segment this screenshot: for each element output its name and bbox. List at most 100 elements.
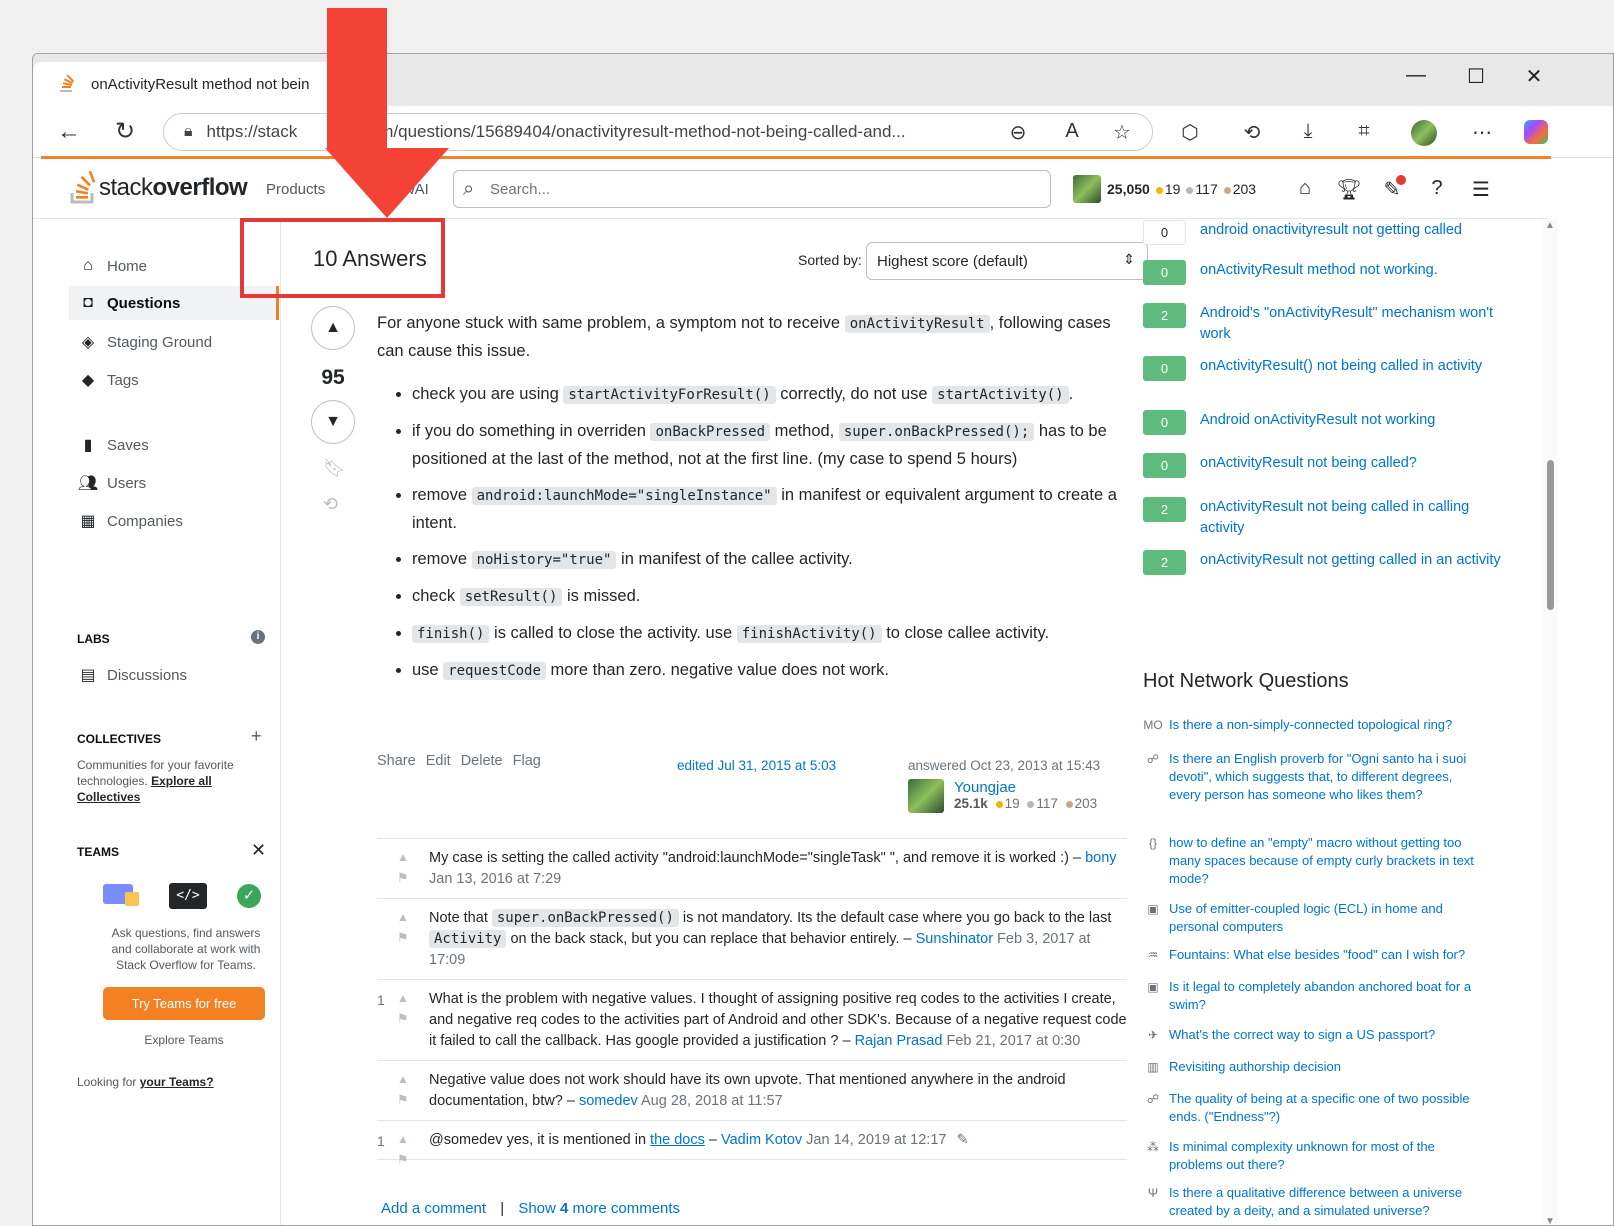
- hot-network-question-title[interactable]: Fountains: What else besides "food" can …: [1169, 946, 1465, 964]
- sidebar-item-companies[interactable]: ▦ Companies: [69, 504, 279, 538]
- hot-network-question-title[interactable]: Is there a qualitative difference betwee…: [1169, 1184, 1483, 1220]
- share-link[interactable]: Share: [377, 753, 416, 769]
- related-question[interactable]: 2 onActivityResult not getting called in …: [1143, 550, 1503, 575]
- comment-flag-icon[interactable]: ⚑: [397, 1008, 409, 1029]
- related-question[interactable]: 0 android onactivityresult not getting ca…: [1143, 220, 1503, 245]
- site-switcher-icon[interactable]: ☰: [1467, 177, 1495, 202]
- extensions-icon[interactable]: ⬡: [1175, 120, 1205, 145]
- stackoverflow-logo[interactable]: stack overflow: [69, 171, 248, 205]
- hot-network-question[interactable]: ✈ What's the correct way to sign a US pas…: [1143, 1026, 1483, 1044]
- explore-teams-link[interactable]: Explore Teams: [103, 1032, 265, 1048]
- favorite-star-icon[interactable]: ☆: [1107, 120, 1137, 145]
- back-icon[interactable]: ←: [53, 118, 85, 146]
- achievements-trophy-icon[interactable]: 🏆︎: [1335, 177, 1363, 202]
- comment-upvote-icon[interactable]: ▲: [397, 847, 409, 868]
- help-icon[interactable]: ?: [1423, 177, 1451, 200]
- author-avatar[interactable]: [908, 779, 944, 813]
- downvote-button[interactable]: ▼: [311, 400, 355, 444]
- related-question-title[interactable]: onActivityResult not being called?: [1200, 453, 1417, 478]
- author-name[interactable]: Youngjae: [954, 779, 1097, 796]
- delete-link[interactable]: Delete: [461, 753, 503, 769]
- edit-link[interactable]: Edit: [426, 753, 451, 769]
- hot-network-question[interactable]: MO Is there a non-simply-connected topolo…: [1143, 716, 1483, 734]
- comment-user[interactable]: Vadim Kotov: [721, 1132, 802, 1148]
- timeline-history-icon[interactable]: ⟲: [323, 494, 338, 515]
- hot-network-question[interactable]: {} how to define an "empty" macro without…: [1143, 834, 1483, 888]
- hot-network-question-title[interactable]: Is there an English proverb for "Ogni sa…: [1169, 750, 1483, 804]
- comment-flag-icon[interactable]: ⚑: [397, 927, 409, 948]
- edited-link[interactable]: edited Jul 31, 2015 at 5:03: [677, 758, 836, 773]
- hot-network-question-title[interactable]: Use of emitter-coupled logic (ECL) in ho…: [1169, 900, 1483, 936]
- close-window-icon[interactable]: ✕: [1519, 64, 1549, 89]
- user-reputation[interactable]: 25,050 19 117 203: [1073, 175, 1256, 203]
- try-teams-button[interactable]: Try Teams for free: [103, 987, 265, 1020]
- comment-user[interactable]: bony: [1085, 850, 1116, 866]
- related-question[interactable]: 2 Android's "onActivityResult" mechanism …: [1143, 303, 1503, 345]
- scrollbar-thumb[interactable]: [1547, 460, 1554, 610]
- scrollbar[interactable]: ▲ ▼: [1543, 220, 1558, 1225]
- profile-avatar[interactable]: [1409, 120, 1439, 152]
- hot-network-question-title[interactable]: The quality of being at a specific one o…: [1169, 1090, 1483, 1126]
- read-aloud-icon[interactable]: A: [1057, 120, 1087, 143]
- comment-upvote-icon[interactable]: ▲: [397, 907, 409, 928]
- show-more-comments-link[interactable]: Show 4 more comments: [518, 1200, 680, 1217]
- zoom-icon[interactable]: ⊖: [1003, 120, 1033, 145]
- hot-network-question-title[interactable]: What's the correct way to sign a US pass…: [1169, 1026, 1435, 1044]
- related-question[interactable]: 0 onActivityResult method not working.: [1143, 260, 1503, 285]
- history-icon[interactable]: ⟲: [1237, 120, 1267, 145]
- more-menu-icon[interactable]: ⋯: [1467, 120, 1497, 145]
- hot-network-question-title[interactable]: Is minimal complexity unknown for most o…: [1169, 1138, 1483, 1174]
- scroll-up-icon[interactable]: ▲: [1545, 220, 1555, 231]
- sidebar-item-users[interactable]: 👥︎ Users: [69, 466, 279, 500]
- copilot-icon[interactable]: [1521, 120, 1551, 150]
- sidebar-item-tags[interactable]: ◆ Tags: [69, 363, 279, 397]
- hot-network-question-title[interactable]: Is there a non-simply-connected topologi…: [1169, 716, 1452, 734]
- hot-network-question[interactable]: Ψ Is there a qualitative difference betwe…: [1143, 1184, 1483, 1220]
- scroll-down-icon[interactable]: ▼: [1545, 1216, 1555, 1225]
- bookmark-answer-icon[interactable]: 🔖︎: [323, 458, 346, 479]
- hot-network-question[interactable]: ☍ The quality of being at a specific one …: [1143, 1090, 1483, 1126]
- hot-network-question-title[interactable]: Is it legal to completely abandon anchor…: [1169, 978, 1483, 1014]
- refresh-icon[interactable]: ↻: [109, 118, 141, 146]
- comment-upvote-icon[interactable]: ▲: [397, 1069, 409, 1090]
- sidebar-item-staging-ground[interactable]: ◈ Staging Ground: [69, 325, 279, 359]
- comment-upvote-icon[interactable]: ▲: [397, 1129, 409, 1150]
- comment-flag-icon[interactable]: ⚑: [397, 867, 409, 888]
- comment-user[interactable]: Sunshinator: [916, 931, 993, 947]
- add-comment-link[interactable]: Add a comment: [381, 1200, 486, 1217]
- hot-network-question[interactable]: ⁂ Is minimal complexity unknown for most …: [1143, 1138, 1483, 1174]
- comment-flag-icon[interactable]: ⚑: [397, 1149, 409, 1170]
- minimize-icon[interactable]: —: [1401, 64, 1431, 87]
- related-question[interactable]: 0 onActivityResult() not being called in …: [1143, 356, 1503, 381]
- close-teams-icon[interactable]: ✕: [251, 840, 266, 861]
- hot-network-question-title[interactable]: Revisiting authorship decision: [1169, 1058, 1341, 1076]
- hot-network-question[interactable]: ▣ Use of emitter-coupled logic (ECL) in h…: [1143, 900, 1483, 936]
- flag-link[interactable]: Flag: [513, 753, 541, 769]
- info-icon[interactable]: i: [251, 630, 265, 644]
- comment-user[interactable]: somedev: [579, 1093, 638, 1109]
- edit-pencil-icon[interactable]: ✎: [957, 1132, 969, 1148]
- hot-network-question[interactable]: ▣ Is it legal to completely abandon ancho…: [1143, 978, 1483, 1014]
- hot-network-question[interactable]: ▥ Revisiting authorship decision: [1143, 1058, 1483, 1076]
- sidebar-item-discussions[interactable]: ▤ Discussions: [69, 658, 279, 692]
- products-link[interactable]: Products: [266, 181, 325, 198]
- your-teams-link[interactable]: your Teams?: [140, 1075, 214, 1089]
- downloads-icon[interactable]: ⤓: [1293, 120, 1323, 143]
- related-question[interactable]: 2 onActivityResult not being called in ca…: [1143, 497, 1503, 539]
- related-question-title[interactable]: Android onActivityResult not working: [1200, 410, 1435, 435]
- hot-network-question[interactable]: ☍ Is there an English proverb for "Ogni s…: [1143, 750, 1483, 804]
- sidebar-item-saves[interactable]: ▮ Saves: [69, 428, 279, 462]
- related-question[interactable]: 0 onActivityResult not being called?: [1143, 453, 1503, 478]
- docs-link[interactable]: the docs: [650, 1132, 705, 1148]
- comment-user[interactable]: Rajan Prasad: [855, 1033, 943, 1049]
- sort-select[interactable]: Highest score (default) ⇕: [866, 242, 1148, 280]
- hot-network-question[interactable]: ♒ Fountains: What else besides "food" can…: [1143, 946, 1483, 964]
- related-question-title[interactable]: onActivityResult not being called in cal…: [1200, 497, 1503, 539]
- hot-network-question-title[interactable]: how to define an "empty" macro without g…: [1169, 834, 1483, 888]
- related-question-title[interactable]: android onactivityresult not getting cal…: [1200, 220, 1462, 245]
- maximize-icon[interactable]: ☐: [1461, 64, 1491, 89]
- inbox-icon[interactable]: ⌂: [1291, 177, 1319, 200]
- related-question-title[interactable]: onActivityResult method not working.: [1200, 260, 1438, 285]
- search-input[interactable]: ⌕ Search...: [453, 170, 1051, 208]
- add-collective-icon[interactable]: +: [251, 726, 262, 747]
